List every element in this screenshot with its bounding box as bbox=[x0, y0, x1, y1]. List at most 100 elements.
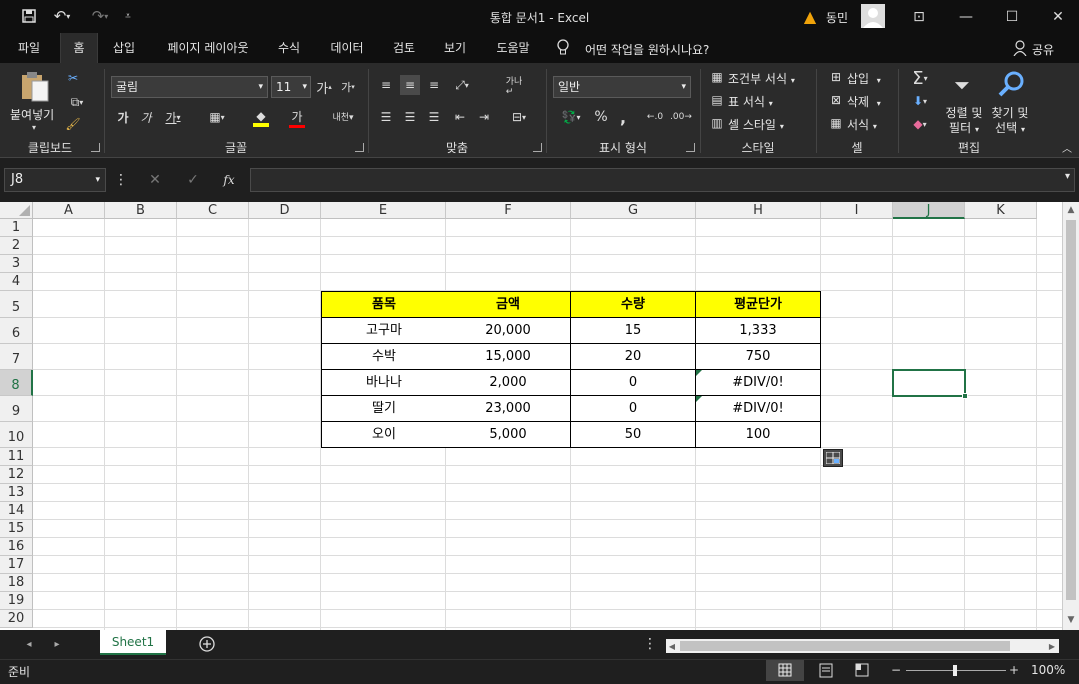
find-select-button[interactable]: 찾기 및 선택 ▾ bbox=[988, 106, 1032, 137]
add-sheet-icon[interactable] bbox=[199, 636, 215, 652]
font-size-select[interactable]: 11 ▾ bbox=[271, 76, 311, 98]
person-icon[interactable] bbox=[1013, 40, 1027, 57]
underline-icon[interactable]: 가 ▾ bbox=[160, 108, 186, 126]
column-header-f[interactable]: F bbox=[446, 202, 571, 219]
table-cell[interactable]: 오이 bbox=[321, 422, 447, 448]
tab-view[interactable]: 보기 bbox=[436, 33, 474, 63]
prev-sheet-icon[interactable]: ◂ bbox=[22, 636, 36, 652]
row-header-7[interactable]: 7 bbox=[0, 344, 33, 370]
row-header-19[interactable]: 19 bbox=[0, 592, 33, 610]
insert-cells-button[interactable]: 삽입 ▾ bbox=[847, 70, 881, 87]
hscroll-thumb[interactable] bbox=[680, 641, 1010, 651]
table-cell[interactable]: 5,000 bbox=[446, 422, 571, 448]
format-table-button[interactable]: 표 서식 ▾ bbox=[728, 93, 773, 110]
table-cell[interactable]: #DIV/0! bbox=[696, 370, 821, 396]
percent-icon[interactable]: % bbox=[592, 107, 610, 127]
scroll-left-icon[interactable]: ◀ bbox=[666, 640, 678, 652]
bold-icon[interactable]: 가 bbox=[114, 108, 132, 126]
comma-icon[interactable]: , bbox=[616, 107, 630, 127]
table-header-cell[interactable]: 수량 bbox=[571, 291, 696, 318]
cell-styles-button[interactable]: 셀 스타일 ▾ bbox=[728, 116, 784, 133]
row-header-9[interactable]: 9 bbox=[0, 396, 33, 422]
increase-decimal-icon[interactable]: ←.0 bbox=[644, 107, 666, 127]
row-header-12[interactable]: 12 bbox=[0, 466, 33, 484]
table-cell[interactable]: 15 bbox=[571, 318, 696, 344]
tab-page-layout[interactable]: 페이지 레이아웃 bbox=[156, 33, 260, 63]
align-center-icon[interactable]: ☰ bbox=[400, 107, 420, 127]
row-header-1[interactable]: 1 bbox=[0, 219, 33, 237]
table-cell[interactable]: 0 bbox=[571, 370, 696, 396]
row-header-3[interactable]: 3 bbox=[0, 255, 33, 273]
align-bottom-icon[interactable]: ≡ bbox=[424, 75, 444, 95]
font-color-icon[interactable]: 가 bbox=[282, 108, 312, 128]
row-header-10[interactable]: 10 bbox=[0, 422, 33, 448]
row-header-20[interactable]: 20 bbox=[0, 610, 33, 628]
row-header-14[interactable]: 14 bbox=[0, 502, 33, 520]
align-left-icon[interactable]: ☰ bbox=[376, 107, 396, 127]
number-launcher-icon[interactable] bbox=[686, 143, 695, 152]
currency-icon[interactable]: 💱 ▾ bbox=[556, 107, 586, 127]
avatar[interactable] bbox=[861, 4, 885, 28]
row-header-2[interactable]: 2 bbox=[0, 237, 33, 255]
tell-me-input[interactable]: 어떤 작업을 원하시나요? bbox=[585, 41, 709, 58]
collapse-ribbon-icon[interactable]: ︿ bbox=[1060, 141, 1074, 155]
error-indicator-icon[interactable] bbox=[696, 396, 702, 402]
tab-insert[interactable]: 삽입 bbox=[104, 33, 144, 63]
table-cell[interactable]: 딸기 bbox=[321, 396, 447, 422]
row-header-6[interactable]: 6 bbox=[0, 318, 33, 344]
table-cell[interactable]: 20,000 bbox=[446, 318, 571, 344]
conditional-format-button[interactable]: 조건부 서식 ▾ bbox=[728, 70, 795, 87]
zoom-out-icon[interactable]: − bbox=[890, 662, 902, 678]
column-header-k[interactable]: K bbox=[965, 202, 1037, 219]
border-icon[interactable]: ▦ ▾ bbox=[204, 108, 230, 126]
normal-view-button[interactable] bbox=[766, 660, 804, 681]
cancel-icon[interactable]: ✕ bbox=[142, 170, 168, 190]
fill-color-icon[interactable]: ◆ bbox=[246, 108, 276, 128]
format-table-icon[interactable]: ▤ bbox=[709, 92, 725, 108]
paste-label[interactable]: 붙여넣기 bbox=[10, 106, 54, 123]
select-all-button[interactable] bbox=[0, 202, 33, 219]
tab-data[interactable]: 데이터 bbox=[322, 33, 372, 63]
number-format-select[interactable]: 일반 ▾ bbox=[553, 76, 691, 98]
align-top-icon[interactable]: ≡ bbox=[376, 75, 396, 95]
clipboard-launcher-icon[interactable] bbox=[91, 143, 100, 152]
sort-filter-icon[interactable]: ⏷ bbox=[946, 71, 978, 99]
column-header-e[interactable]: E bbox=[321, 202, 446, 219]
format-painter-icon[interactable]: 🖌 bbox=[64, 115, 82, 133]
scrollbar-thumb[interactable] bbox=[1066, 220, 1076, 600]
tab-review[interactable]: 검토 bbox=[384, 33, 424, 63]
sheet-tab-sheet1[interactable]: Sheet1 bbox=[100, 630, 166, 655]
table-cell[interactable]: #DIV/0! bbox=[696, 396, 821, 422]
error-indicator-icon[interactable] bbox=[696, 370, 702, 376]
alignment-launcher-icon[interactable] bbox=[533, 143, 542, 152]
scroll-right-icon[interactable]: ▶ bbox=[1046, 640, 1058, 652]
scroll-down-icon[interactable]: ▼ bbox=[1065, 614, 1077, 626]
font-name-select[interactable]: 굴림 ▾ bbox=[111, 76, 268, 98]
insert-cells-icon[interactable]: ⊞ bbox=[828, 69, 844, 85]
column-header-c[interactable]: C bbox=[177, 202, 249, 219]
format-cells-icon[interactable]: ▦ bbox=[828, 115, 844, 131]
table-cell[interactable]: 100 bbox=[696, 422, 821, 448]
tab-help[interactable]: 도움말 bbox=[488, 33, 538, 63]
zoom-slider-thumb[interactable] bbox=[953, 665, 957, 676]
column-header-h[interactable]: H bbox=[696, 202, 821, 219]
italic-icon[interactable]: 가 bbox=[137, 108, 155, 126]
sort-filter-button[interactable]: 정렬 및 필터 ▾ bbox=[944, 106, 984, 137]
table-header-cell[interactable]: 평균단가 bbox=[696, 291, 821, 318]
tab-formulas[interactable]: 수식 bbox=[270, 33, 308, 63]
user-name[interactable]: 동민 bbox=[826, 9, 848, 26]
table-cell[interactable]: 50 bbox=[571, 422, 696, 448]
merge-center-icon[interactable]: ⊟ ▾ bbox=[504, 107, 534, 127]
tab-home[interactable]: 홈 bbox=[60, 33, 98, 63]
table-cell[interactable]: 23,000 bbox=[446, 396, 571, 422]
table-cell[interactable]: 20 bbox=[571, 344, 696, 370]
more-options-icon[interactable]: ⋮ bbox=[114, 170, 128, 190]
row-header-4[interactable]: 4 bbox=[0, 273, 33, 291]
wrap-text-icon[interactable]: 가나 ↵ bbox=[502, 73, 526, 97]
conditional-format-icon[interactable]: ▦ bbox=[709, 69, 725, 85]
horizontal-scrollbar[interactable]: ◀ ▶ bbox=[666, 639, 1059, 653]
close-button[interactable]: ✕ bbox=[1035, 0, 1079, 33]
enter-icon[interactable]: ✓ bbox=[180, 170, 206, 190]
cut-icon[interactable]: ✂ bbox=[64, 69, 82, 87]
zoom-level[interactable]: 100% bbox=[1031, 663, 1065, 677]
